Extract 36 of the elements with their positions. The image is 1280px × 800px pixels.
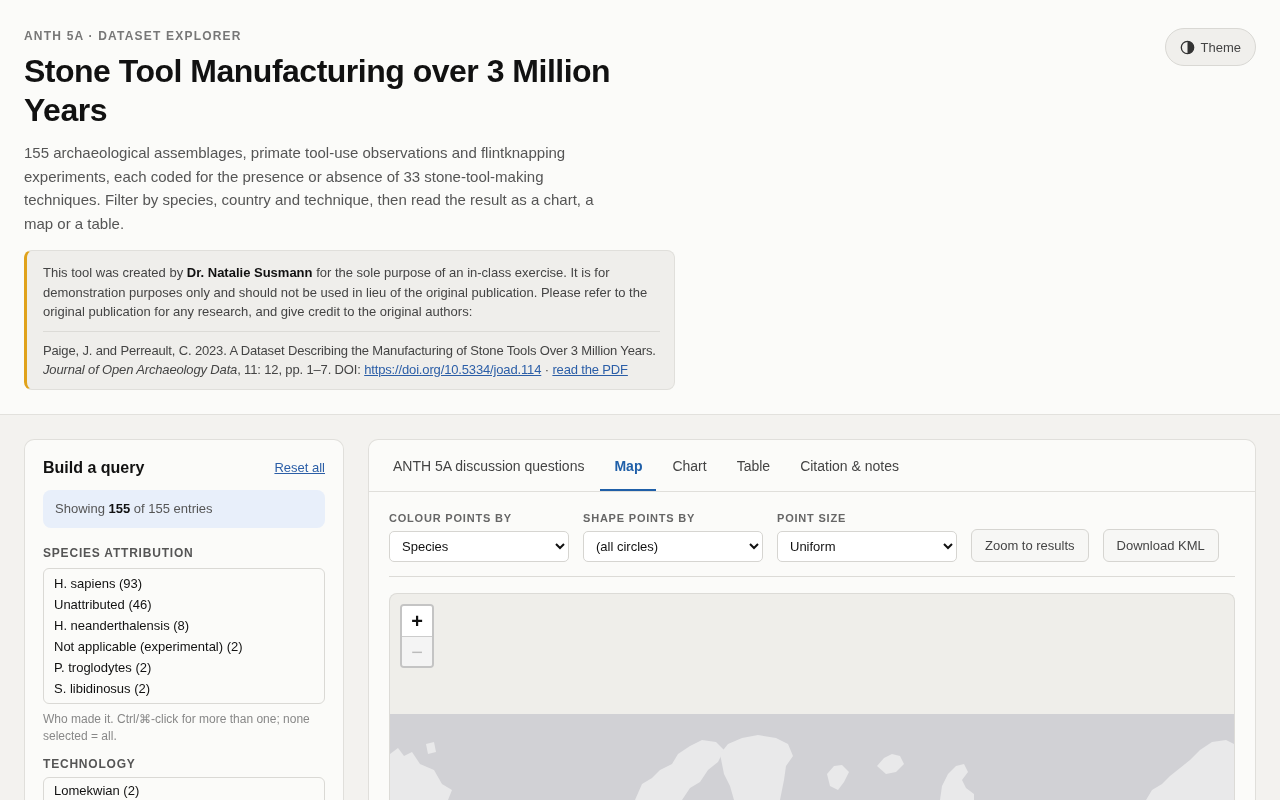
panel-title: Build a query bbox=[43, 457, 145, 478]
field-label: POINT SIZE bbox=[777, 510, 847, 525]
dropdown[interactable]: (all circles) bbox=[583, 530, 763, 562]
citation-link[interactable]: https://doi.org/10.5334/joad.114 bbox=[364, 362, 542, 377]
filter-option[interactable]: Unattributed (46) bbox=[44, 593, 324, 615]
intro-text: 155 archaeological assemblages, primate tool-use observations and flintknapping experiments, each coded for the presence or absence of 33 stone-tool-making techniques. Filter by species, country and technique, then read the result as a chart, a map or a table. bbox=[24, 143, 595, 234]
page-title: Stone Tool Manufacturing over 3 Million Years bbox=[24, 52, 612, 130]
filter-label: TECHNOLOGY bbox=[43, 756, 136, 771]
filter-label: SPECIES ATTRIBUTION bbox=[43, 545, 194, 560]
dropdown[interactable]: Species bbox=[389, 530, 569, 562]
theme-button[interactable]: Theme bbox=[1164, 28, 1256, 66]
result-count: Showing 155 of 155 entries bbox=[43, 489, 325, 528]
filter-option[interactable]: H. sapiens (93) bbox=[44, 572, 324, 594]
filter-option[interactable]: P. troglodytes (2) bbox=[44, 656, 324, 678]
tab[interactable]: Chart bbox=[658, 439, 721, 491]
tab[interactable]: Map bbox=[600, 439, 657, 491]
citation-text: Paige, J. and Perreault, C. 2023. A Dataset Describing the Manufacturing of Stone Tools Over 3 Million Years. Journal of Open Archaeology Data, 11: 12, pp. 1–7. DOI: https://doi.org/10.5334/joad.114 · read the PDF bbox=[43, 341, 657, 379]
hint-text: Who made it. Ctrl/⌘-click for more than one; none selected = all. bbox=[43, 710, 311, 745]
filter-option[interactable]: S. libidinosus (2) bbox=[44, 677, 324, 699]
tab[interactable]: Citation & notes bbox=[786, 439, 913, 491]
filter-option[interactable]: H. neanderthalensis (8) bbox=[44, 614, 324, 636]
field-label: COLOUR POINTS BY bbox=[389, 510, 512, 525]
reset-link[interactable]: Reset all bbox=[274, 460, 325, 475]
tab[interactable]: Table bbox=[722, 439, 785, 491]
eyebrow-text: ANTH 5A · DATASET EXPLORER bbox=[24, 28, 242, 44]
zoom-in-button[interactable]: + bbox=[402, 605, 432, 636]
filter-listbox[interactable]: H. sapiens (93) Unattributed (46) H. neanderthalensis (8) Not applicable (experimental) (2) P. troglodytes (2) S. libidinosus (2) bbox=[43, 567, 325, 704]
contrast-icon bbox=[1179, 39, 1195, 55]
dropdown[interactable]: Uniform bbox=[777, 530, 957, 562]
tab[interactable]: ANTH 5A discussion questions bbox=[379, 439, 599, 491]
citation-link[interactable]: read the PDF bbox=[552, 362, 628, 377]
filter-option[interactable]: Not applicable (experimental) (2) bbox=[44, 635, 324, 657]
toolbar-button[interactable]: Zoom to results bbox=[971, 528, 1089, 562]
field-label: SHAPE POINTS BY bbox=[583, 510, 696, 525]
notice-text: This tool was created by Dr. Natalie Susmann for the sole purpose of an in-class exercise. It is for demonstration purposes only and should not be used in lieu of the original publication. Please refer to the original publication for any research, and give credit to the original authors: bbox=[43, 264, 649, 321]
toolbar-button[interactable]: Download KML bbox=[1102, 528, 1219, 562]
